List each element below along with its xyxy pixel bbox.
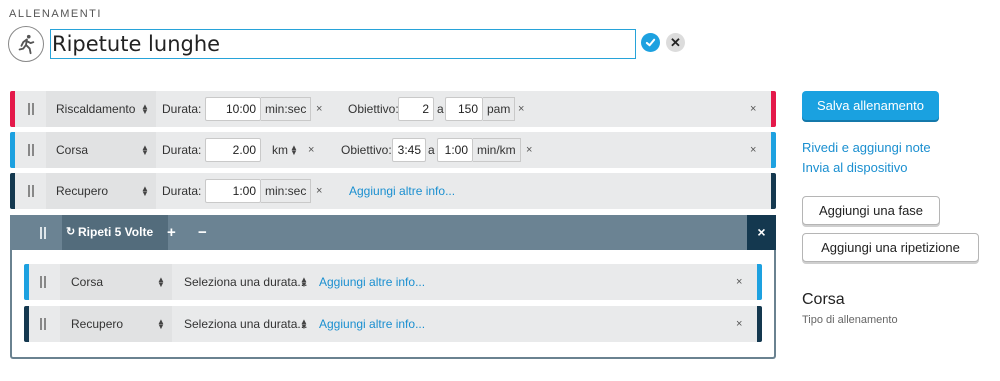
remove-step-icon[interactable]: × — [750, 91, 756, 127]
repeat-increase-button[interactable]: + — [167, 215, 176, 250]
add-info-link[interactable]: Aggiungi altre info... — [349, 173, 455, 209]
duration-label: Durata: — [162, 143, 202, 157]
remove-target-icon[interactable]: × — [518, 91, 524, 127]
step-row-warmup: Riscaldamento ▲ ▼ Durata: 10:00 min:sec ×… — [10, 91, 776, 127]
step-type-label: Corsa — [71, 275, 104, 289]
duration-unit: min:sec — [261, 179, 312, 203]
step-color-bar-right — [757, 264, 762, 300]
step-type-label: Riscaldamento — [56, 102, 136, 116]
workout-type-caption: Tipo di allenamento — [802, 314, 898, 326]
step-color-bar-right — [771, 132, 776, 168]
duration-label: Durata: — [162, 102, 202, 116]
drag-handle-icon[interactable] — [28, 103, 34, 115]
repeat-count-select[interactable]: ↻ Ripeti 5 Volte — [62, 215, 168, 250]
duration-input[interactable]: 10:00 — [205, 97, 261, 121]
save-workout-button[interactable]: Salva allenamento — [802, 91, 939, 120]
remove-step-icon[interactable]: × — [736, 306, 742, 342]
repeat-header: ↻ Ripeti 5 Volte + − × — [10, 215, 776, 250]
duration-select[interactable]: Seleziona una durata... — [184, 264, 307, 300]
remove-duration-icon[interactable]: × — [316, 173, 322, 209]
runner-icon[interactable] — [8, 26, 44, 62]
repeat-step-run: Corsa ▲ ▼ Seleziona una durata... ▲ ▼ Aggi… — [24, 264, 762, 300]
duration-input[interactable]: 1:00 — [205, 179, 261, 203]
remove-step-icon[interactable]: × — [750, 132, 756, 168]
target-separator: a — [428, 143, 435, 157]
target-label: Obiettivo: — [348, 102, 399, 116]
select-arrows-icon: ▲ ▼ — [157, 275, 165, 289]
duration-label: Durata: — [162, 184, 202, 198]
target-from-input[interactable]: 2 — [398, 97, 434, 121]
target-from-input[interactable]: 3:45 — [392, 138, 426, 162]
drag-handle-icon[interactable] — [40, 318, 46, 330]
remove-duration-icon[interactable]: × — [316, 91, 322, 127]
select-arrows-icon: ▲ ▼ — [141, 143, 149, 157]
workout-title-input[interactable] — [50, 29, 636, 59]
step-color-bar — [24, 264, 29, 300]
step-row-recovery: Recupero ▲ ▼ Durata: 1:00 min:sec × Aggiu… — [10, 173, 776, 209]
target-to-input[interactable]: 150 — [445, 97, 483, 121]
drag-handle-icon[interactable] — [40, 227, 46, 239]
target-unit: pam — [483, 97, 516, 121]
add-step-button[interactable]: Aggiungi una fase — [802, 196, 940, 225]
target-label: Obiettivo: — [341, 143, 392, 157]
repeat-step-recovery: Recupero ▲ ▼ Seleziona una durata... ▲ ▼ A… — [24, 306, 762, 342]
step-color-bar — [10, 91, 15, 127]
drag-handle-icon[interactable] — [40, 276, 46, 288]
check-icon[interactable] — [641, 33, 660, 52]
repeat-label: Ripeti 5 Volte — [78, 225, 154, 239]
target-separator: a — [437, 102, 444, 116]
target-to-input[interactable]: 1:00 — [437, 138, 473, 162]
send-to-device-link[interactable]: Invia al dispositivo — [802, 160, 908, 175]
unit-arrows-icon: ▲ ▼ — [290, 143, 298, 157]
step-color-bar — [10, 173, 15, 209]
duration-arrows-icon: ▲ ▼ — [300, 317, 308, 331]
step-type-label: Corsa — [56, 143, 89, 157]
step-color-bar — [10, 132, 15, 168]
step-row-run: Corsa ▲ ▼ Durata: 2.00 km ▲ ▼ × Obiettivo:… — [10, 132, 776, 168]
step-type-label: Recupero — [71, 317, 124, 331]
duration-unit: min:sec — [261, 97, 312, 121]
review-notes-link[interactable]: Rivedi e aggiungi note — [802, 140, 931, 155]
drag-handle-icon[interactable] — [28, 185, 34, 197]
step-color-bar-right — [771, 173, 776, 209]
drag-handle-icon[interactable] — [28, 144, 34, 156]
add-repeat-button[interactable]: Aggiungi una ripetizione — [802, 233, 979, 262]
duration-unit-select[interactable]: km — [272, 132, 288, 168]
add-info-link[interactable]: Aggiungi altre info... — [319, 264, 425, 300]
duration-input[interactable]: 2.00 — [205, 138, 261, 162]
select-arrows-icon: ▲ ▼ — [141, 102, 149, 116]
remove-step-icon[interactable]: × — [736, 264, 742, 300]
remove-repeat-button[interactable]: × — [747, 215, 776, 250]
add-info-link[interactable]: Aggiungi altre info... — [319, 306, 425, 342]
step-color-bar-right — [757, 306, 762, 342]
repeat-decrease-button[interactable]: − — [198, 215, 207, 250]
workout-type-value[interactable]: Corsa — [802, 291, 845, 309]
close-icon[interactable]: ✕ — [666, 33, 685, 52]
step-color-bar — [24, 306, 29, 342]
section-label: ALLENAMENTI — [9, 8, 102, 20]
remove-duration-icon[interactable]: × — [308, 132, 314, 168]
duration-select[interactable]: Seleziona una durata... — [184, 306, 307, 342]
step-color-bar-right — [771, 91, 776, 127]
repeat-cycle-icon: ↻ — [66, 226, 76, 238]
step-type-label: Recupero — [56, 184, 109, 198]
select-arrows-icon: ▲ ▼ — [157, 317, 165, 331]
duration-arrows-icon: ▲ ▼ — [300, 275, 308, 289]
remove-target-icon[interactable]: × — [526, 132, 532, 168]
select-arrows-icon: ▲ ▼ — [141, 184, 149, 198]
target-unit: min/km — [473, 138, 521, 162]
